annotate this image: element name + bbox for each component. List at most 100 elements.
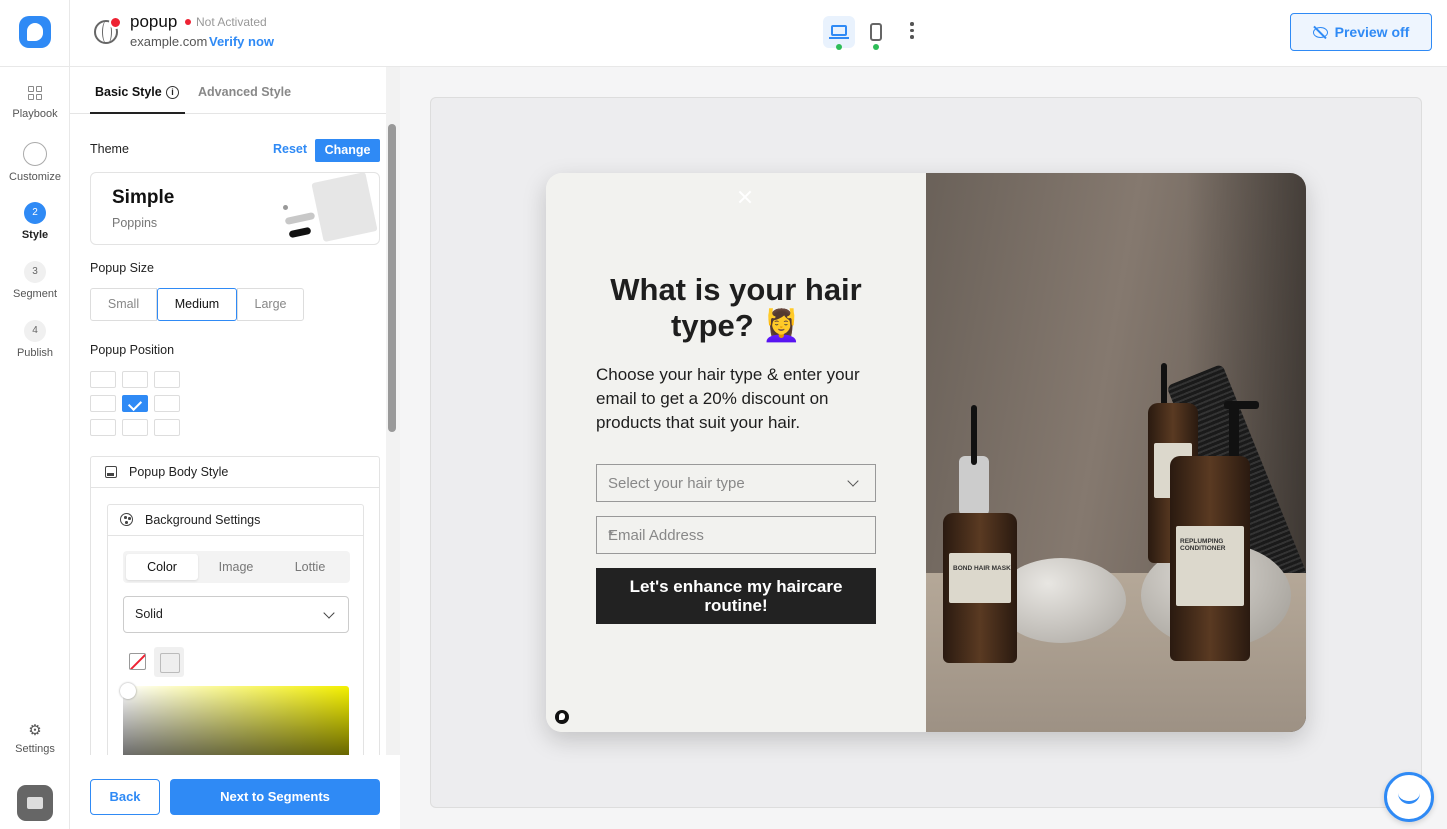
position-middle-right[interactable] [154, 395, 180, 412]
rail-item-label: Settings [15, 743, 55, 755]
active-dot [873, 44, 879, 50]
popup-cta-button[interactable]: Let's enhance my haircare routine! [596, 568, 876, 624]
tab-advanced-style[interactable]: Advanced Style [198, 85, 291, 99]
info-icon[interactable]: i [166, 86, 179, 99]
popup-size-selector: Small Medium Large [90, 288, 304, 321]
panel-footer: Back Next to Segments [70, 755, 400, 829]
popup-position-grid [90, 371, 180, 436]
popup-preview: What is your hair type? 💆‍♀️ Choose your… [546, 173, 1306, 732]
site-domain: example.com [130, 34, 208, 49]
popup-title[interactable]: What is your hair type? 💆‍♀️ [576, 272, 896, 344]
background-settings-title: Background Settings [145, 513, 261, 527]
background-settings-header[interactable]: Background Settings [108, 505, 363, 536]
position-middle-center[interactable] [122, 395, 148, 412]
left-rail: Playbook Customize 2 Style 3 Segment 4 P… [0, 0, 70, 829]
bottle-label: REPLUMPING CONDITIONER [1180, 538, 1226, 552]
fill-type-select[interactable]: Solid [123, 596, 349, 633]
theme-card[interactable]: Simple Poppins [90, 172, 380, 245]
position-top-center[interactable] [122, 371, 148, 388]
background-type-tabs: Color Image Lottie [123, 551, 350, 583]
rail-item-publish[interactable]: 4 Publish [0, 320, 70, 359]
rail-item-customize[interactable]: Customize [0, 142, 70, 183]
popup-close-icon[interactable] [738, 190, 752, 204]
tab-basic-style[interactable]: Basic Style [95, 85, 162, 99]
position-top-left[interactable] [90, 371, 116, 388]
more-options-icon[interactable] [910, 22, 914, 42]
popup-body-style-header[interactable]: Popup Body Style [91, 457, 379, 488]
rail-item-label: Customize [9, 171, 61, 183]
rail-item-playbook[interactable]: Playbook [0, 86, 70, 120]
theme-thumbnail-image [311, 173, 378, 243]
color-swatch[interactable] [154, 647, 184, 677]
tab-lottie[interactable]: Lottie [274, 554, 346, 580]
status-text: Not Activated [196, 15, 267, 29]
theme-name: Simple [112, 187, 175, 208]
style-panel: Basic Style i Advanced Style Theme Reset… [70, 67, 400, 829]
site-name: popup [130, 12, 178, 31]
desktop-view-button[interactable] [823, 16, 855, 50]
image-icon [105, 466, 117, 478]
next-to-segments-button[interactable]: Next to Segments [170, 779, 380, 815]
rail-item-style[interactable]: 2 Style [0, 202, 70, 241]
rail-item-label: Segment [12, 288, 58, 300]
gear-icon: ⚙ [28, 722, 42, 739]
mobile-view-button[interactable] [860, 16, 892, 50]
bottle-label: BOND HAIR MASK [953, 565, 1011, 572]
theme-font: Poppins [112, 216, 158, 230]
bottle-mask: BOND HAIR MASK [943, 513, 1017, 663]
popup-size-label: Popup Size [90, 261, 154, 275]
position-bottom-right[interactable] [154, 419, 180, 436]
top-header: popup Not Activated example.com Verify n… [70, 0, 1447, 67]
preview-toggle-button[interactable]: Preview off [1290, 13, 1432, 51]
popup-image[interactable]: BOND HAIR MASK REPLUMPING CONDITIONER [926, 173, 1306, 732]
step-number: 2 [24, 202, 46, 224]
popup-body-style-section: Popup Body Style Background Settings Col… [90, 456, 380, 806]
app-logo[interactable] [19, 16, 51, 48]
no-color-swatch[interactable] [129, 653, 146, 670]
chevron-down-icon [323, 607, 335, 619]
rail-item-settings[interactable]: ⚙ Settings [0, 721, 70, 755]
size-medium-option[interactable]: Medium [157, 288, 237, 321]
required-mark: * [608, 527, 614, 544]
playbook-icon [28, 86, 42, 100]
app: Playbook Customize 2 Style 3 Segment 4 P… [0, 0, 1447, 829]
hair-type-placeholder: Select your hair type [608, 475, 745, 492]
size-small-option[interactable]: Small [90, 288, 157, 321]
briefcase-icon[interactable] [17, 785, 53, 821]
hair-type-select[interactable]: Select your hair type [596, 464, 876, 502]
popup-body-style-title: Popup Body Style [129, 465, 229, 479]
color-picker-handle[interactable] [120, 683, 136, 699]
reset-button[interactable]: Reset [273, 142, 307, 156]
change-theme-button[interactable]: Change [315, 139, 380, 162]
position-bottom-center[interactable] [122, 419, 148, 436]
active-dot [836, 44, 842, 50]
position-top-right[interactable] [154, 371, 180, 388]
brand-badge-icon[interactable] [555, 710, 569, 724]
position-bottom-left[interactable] [90, 419, 116, 436]
scrollbar-thumb[interactable] [388, 124, 396, 432]
rail-divider [0, 66, 70, 67]
fill-type-value: Solid [135, 607, 163, 621]
back-button[interactable]: Back [90, 779, 160, 815]
popup-position-label: Popup Position [90, 343, 175, 357]
verify-link[interactable]: Verify now [209, 34, 274, 49]
rail-item-label: Playbook [12, 108, 58, 120]
chat-widget-icon[interactable] [1384, 772, 1434, 822]
step-number: 3 [24, 261, 46, 283]
tab-color[interactable]: Color [126, 554, 198, 580]
step-number: 4 [24, 320, 46, 342]
preview-button-label: Preview off [1334, 24, 1410, 40]
position-middle-left[interactable] [90, 395, 116, 412]
size-large-option[interactable]: Large [237, 288, 304, 321]
popup-description[interactable]: Choose your hair type & enter your email… [596, 363, 886, 435]
tab-image[interactable]: Image [200, 554, 272, 580]
email-input[interactable]: Email Address * [596, 516, 876, 554]
rail-item-label: Publish [16, 347, 54, 359]
chevron-down-icon [847, 475, 859, 487]
theme-label: Theme [90, 142, 129, 156]
rail-item-segment[interactable]: 3 Segment [0, 261, 70, 300]
status-dot [185, 19, 191, 25]
check-circle-icon [23, 142, 47, 166]
eye-off-icon [1312, 26, 1328, 38]
style-tabs: Basic Style i Advanced Style [70, 67, 386, 114]
